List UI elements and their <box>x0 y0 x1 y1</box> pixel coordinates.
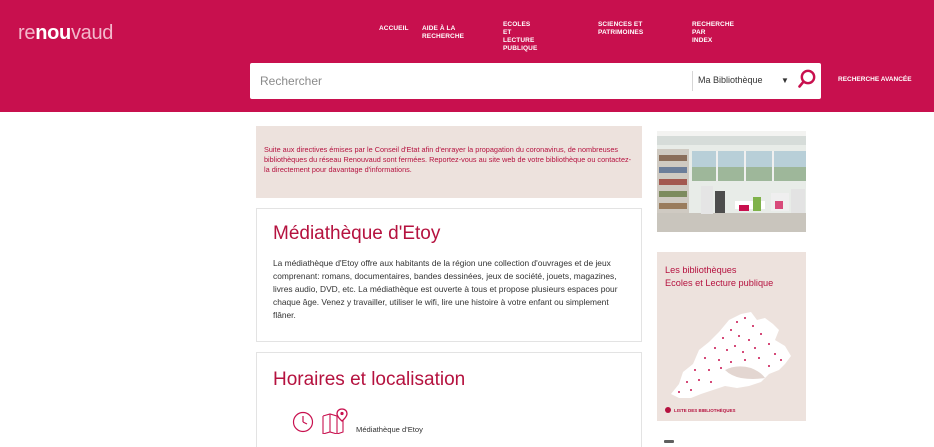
map-card-title: Les bibliothèques Ecoles et Lecture publi… <box>665 265 774 288</box>
library-map-card[interactable]: Les bibliothèques Ecoles et Lecture publi… <box>657 252 806 421</box>
caret-down-icon[interactable]: ▼ <box>781 76 789 85</box>
nav-accueil[interactable]: ACCUEIL <box>379 25 409 33</box>
clock-icon[interactable] <box>292 411 314 433</box>
renouvaud-logo[interactable]: renouvaud <box>18 22 113 45</box>
nav-ecoles-lecture-publique[interactable]: ECOLES ET LECTURE PUBLIQUE <box>503 21 537 53</box>
location-name: Médiathèque d'Etoy <box>356 425 423 434</box>
notice-text: Suite aux directives émises par le Conse… <box>264 145 632 174</box>
search-icon[interactable] <box>797 68 817 92</box>
search-input[interactable] <box>260 72 680 90</box>
nav-sciences-patrimoines[interactable]: SCIENCES ET PATRIMOINES <box>598 21 643 37</box>
hours-location-card: Horaires et localisation Médiathèque d'E… <box>256 352 642 447</box>
advanced-search-link[interactable]: RECHERCHE AVANCÉE <box>838 76 912 83</box>
nav-aide-recherche[interactable]: AIDE À LA RECHERCHE <box>422 25 464 41</box>
search-divider <box>692 71 693 91</box>
library-description: La médiathèque d'Etoy offre aux habitant… <box>273 258 618 320</box>
library-list-link[interactable]: LISTE DES BIBLIOTHÈQUES <box>665 407 736 413</box>
hours-title: Horaires et localisation <box>273 369 466 390</box>
map-pin-icon[interactable] <box>321 408 349 435</box>
partial-heading <box>664 440 674 443</box>
library-title: Médiathèque d'Etoy <box>273 223 441 244</box>
arrow-circle-icon <box>665 407 671 413</box>
covid-notice: Suite aux directives émises par le Conse… <box>256 126 642 198</box>
nav-recherche-par-index[interactable]: RECHERCHE PAR INDEX <box>692 21 734 45</box>
search-scope-dropdown[interactable]: Ma Bibliothèque <box>698 75 763 85</box>
library-info-card: Médiathèque d'Etoy La médiathèque d'Etoy… <box>256 208 642 342</box>
top-header: renouvaud ACCUEIL AIDE À LA RECHERCHE EC… <box>0 0 934 112</box>
vaud-map <box>671 312 791 398</box>
library-photo <box>657 131 806 232</box>
